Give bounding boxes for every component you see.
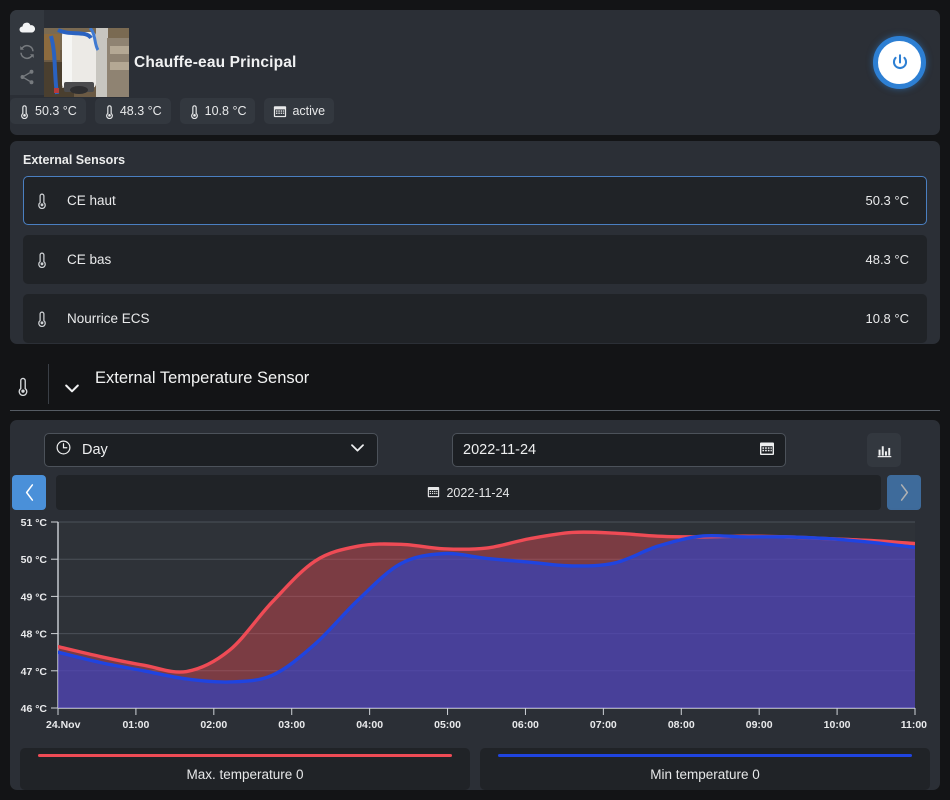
y-axis-tick-label: 50 °C: [21, 554, 48, 566]
sensor-row-ce-haut[interactable]: CE haut 50.3 °C: [23, 176, 927, 225]
device-status-chips: 50.3 °C 48.3 °C 10.8 °C active: [10, 98, 335, 124]
current-date-display: 2022-11-24: [56, 475, 881, 510]
y-axis-tick-label: 51 °C: [21, 517, 48, 529]
x-axis-tick-label: 01:00: [122, 719, 149, 731]
cloud-icon[interactable]: [18, 19, 36, 37]
calendar-icon[interactable]: [759, 440, 775, 461]
chevron-left-icon: [25, 484, 33, 501]
chip-label: 50.3 °C: [35, 104, 77, 118]
y-axis-tick-label: 46 °C: [21, 703, 48, 715]
next-period-button[interactable]: [887, 475, 921, 510]
device-title: Chauffe-eau Principal: [134, 54, 297, 71]
thermometer-icon: [21, 104, 28, 119]
date-input[interactable]: 2022-11-24: [452, 433, 786, 467]
x-axis-tick-label: 03:00: [278, 719, 305, 731]
x-axis-tick-label: 24.Nov: [46, 719, 81, 731]
legend-item-min[interactable]: Min temperature 0: [480, 748, 930, 790]
x-axis-tick-label: 04:00: [356, 719, 383, 731]
section-header: External Temperature Sensor: [0, 358, 950, 418]
thermometer-icon: [190, 104, 198, 119]
device-thumbnail[interactable]: [44, 28, 129, 97]
external-sensors-title: External Sensors: [23, 153, 126, 167]
sensor-value: 10.8 °C: [865, 311, 909, 326]
section-collapse-chevron-down-icon[interactable]: [62, 378, 82, 403]
power-icon: [892, 53, 907, 69]
x-axis-tick-label: 09:00: [746, 719, 773, 731]
sensor-name: CE bas: [67, 252, 112, 267]
x-axis-tick-label: 08:00: [668, 719, 695, 731]
clock-icon: [55, 439, 72, 461]
x-axis-tick-label: 11:00: [901, 719, 927, 731]
y-axis-tick-label: 47 °C: [21, 666, 48, 678]
section-divider-vertical: [48, 364, 49, 404]
chip-temp-2[interactable]: 48.3 °C: [94, 98, 171, 124]
chevron-down-icon[interactable]: [348, 438, 367, 462]
sensor-value: 48.3 °C: [865, 252, 909, 267]
chart-type-toggle-button[interactable]: [867, 433, 901, 467]
legend-label-max: Max. temperature 0: [186, 767, 304, 782]
chip-label: 10.8 °C: [204, 104, 247, 118]
x-axis-tick-label: 07:00: [590, 719, 617, 731]
sensor-value: 50.3 °C: [865, 193, 909, 208]
chart-controls: Day 2022-11-24: [10, 420, 940, 480]
y-axis-tick-label: 48 °C: [21, 629, 48, 641]
date-navigation: 2022-11-24: [10, 475, 940, 511]
period-select-value: Day: [82, 442, 108, 458]
chip-status-active[interactable]: active: [264, 98, 335, 124]
sensor-row-nourrice-ecs[interactable]: Nourrice ECS 10.8 °C: [23, 294, 927, 343]
x-axis-tick-label: 06:00: [512, 719, 539, 731]
calendar-icon: [427, 485, 440, 501]
current-date-label: 2022-11-24: [446, 485, 510, 500]
sensor-row-ce-bas[interactable]: CE bas 48.3 °C: [23, 235, 927, 284]
bar-chart-icon: [877, 445, 891, 457]
y-axis-tick-label: 49 °C: [21, 591, 48, 603]
chart-panel: Day 2022-11-24 2022-11-24 46 °C 47 °C 48…: [10, 420, 940, 790]
section-title: External Temperature Sensor: [95, 369, 310, 387]
thermometer-icon: [38, 193, 46, 209]
date-input-value: 2022-11-24: [463, 442, 537, 458]
temperature-chart[interactable]: 46 °C 47 °C 48 °C 49 °C 50 °C 51 °C 24.Nov 01:0…: [10, 512, 940, 742]
thermometer-icon: [16, 376, 30, 401]
power-button[interactable]: [873, 36, 926, 89]
thermometer-icon: [38, 252, 46, 268]
legend-label-min: Min temperature 0: [650, 767, 760, 782]
thermometer-icon: [105, 104, 113, 119]
legend-color-swatch-max: [38, 754, 452, 757]
chip-temp-1[interactable]: 50.3 °C: [10, 98, 86, 124]
sensor-name: Nourrice ECS: [67, 311, 150, 326]
period-select[interactable]: Day: [44, 433, 378, 467]
prev-period-button[interactable]: [12, 475, 46, 510]
x-axis-tick-label: 10:00: [824, 719, 851, 731]
chip-label: 48.3 °C: [119, 104, 162, 118]
external-sensors-card: External Sensors CE haut 50.3 °C CE bas …: [10, 141, 940, 344]
refresh-icon[interactable]: [18, 43, 36, 61]
sensor-name: CE haut: [67, 193, 116, 208]
section-divider-horizontal: [10, 410, 940, 411]
thermometer-icon: [38, 311, 46, 327]
calendar-icon: [274, 106, 287, 118]
chart-canvas[interactable]: 46 °C 47 °C 48 °C 49 °C 50 °C 51 °C 24.Nov 01:0…: [10, 512, 940, 742]
chart-legend: Max. temperature 0 Min temperature 0: [20, 748, 930, 790]
chevron-right-icon: [900, 484, 908, 501]
chip-temp-3[interactable]: 10.8 °C: [179, 98, 256, 124]
device-icon-rail: [10, 10, 44, 95]
share-icon[interactable]: [18, 68, 36, 86]
x-axis-tick-label: 05:00: [434, 719, 461, 731]
x-axis-tick-label: 02:00: [200, 719, 227, 731]
chip-label: active: [292, 104, 326, 118]
legend-item-max[interactable]: Max. temperature 0: [20, 748, 470, 790]
legend-color-swatch-min: [498, 754, 912, 757]
